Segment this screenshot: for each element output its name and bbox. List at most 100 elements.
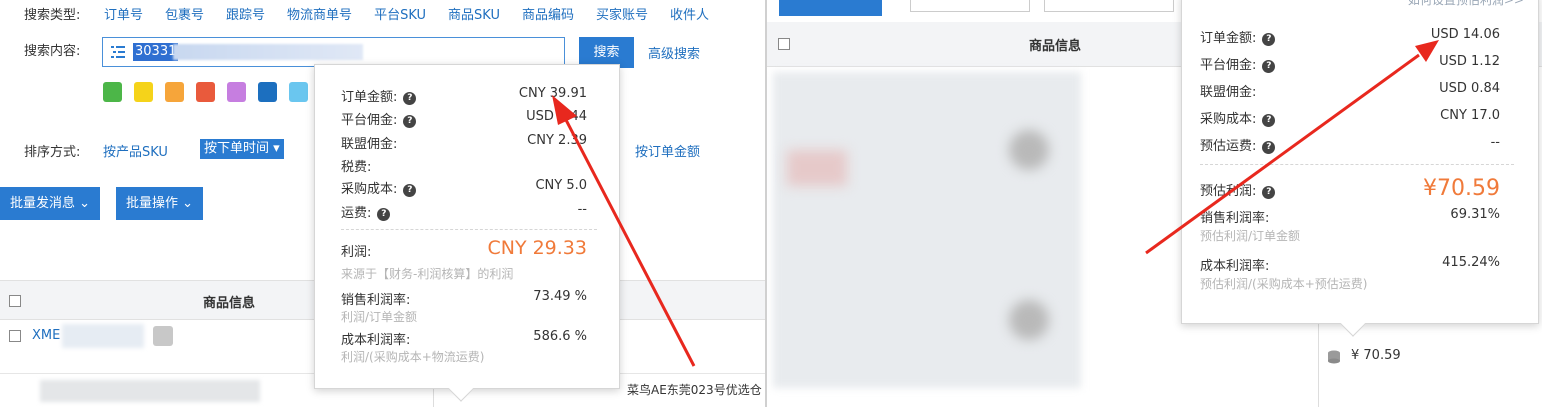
help-icon[interactable]: ? <box>403 115 417 128</box>
color-tag-swatch[interactable] <box>196 82 215 102</box>
row-sku-link[interactable]: XME <box>32 328 60 343</box>
advanced-search-link[interactable]: 高级搜索 <box>648 43 700 62</box>
est-profit-label: 预估利润:? <box>1200 180 1276 199</box>
help-icon[interactable]: ? <box>1262 141 1276 154</box>
color-tag-swatches <box>103 82 320 102</box>
search-type-product-code[interactable]: 商品编码 <box>522 4 574 23</box>
cost-margin-value: 586.6 % <box>533 329 587 344</box>
top-tab-fragment[interactable] <box>910 0 1030 12</box>
sales-margin-label: 销售利润率: <box>1200 211 1270 226</box>
purchase-cost-label: 采购成本:? <box>1200 108 1276 127</box>
shipping-value: -- <box>577 202 587 217</box>
color-tag-swatch[interactable] <box>165 82 184 102</box>
search-content-label: 搜索内容: <box>24 44 81 59</box>
chevron-down-icon: ⌄ <box>79 196 91 211</box>
redacted-search-text <box>173 44 363 60</box>
help-icon[interactable]: ? <box>1262 33 1276 46</box>
redacted-avatar-2 <box>1009 300 1049 340</box>
coins-icon <box>1327 349 1341 365</box>
tax-label: 税费: <box>341 160 372 175</box>
sales-margin-value: 69.31% <box>1450 207 1500 222</box>
purchase-cost-value: CNY 5.0 <box>535 178 587 193</box>
search-type-label: 搜索类型: <box>24 8 81 23</box>
sort-by-time-label: 按下单时间 <box>204 141 270 156</box>
search-type-order-no[interactable]: 订单号 <box>104 4 143 23</box>
order-amount-value: CNY 39.91 <box>518 86 587 101</box>
est-profit-value: ¥70.59 <box>1423 176 1500 201</box>
profit-popover: 订单金额:? CNY 39.91 平台佣金:? USD 0.44 联盟佣金: C… <box>314 64 620 389</box>
search-type-options: 订单号 包裹号 跟踪号 物流商单号 平台SKU 商品SKU 商品编码 买家账号 … <box>104 4 731 23</box>
search-type-package-no[interactable]: 包裹号 <box>165 4 204 23</box>
shipping-label-text: 运费: <box>341 206 372 221</box>
help-icon[interactable]: ? <box>1262 60 1276 73</box>
platform-fee-value: USD 1.12 <box>1439 54 1500 69</box>
sales-margin-note: 预估利润/订单金额 <box>1200 229 1301 243</box>
color-tag-swatch[interactable] <box>103 82 122 102</box>
warehouse-name: 菜鸟AE东莞023号优选仓 <box>627 383 762 397</box>
sort-by-sku[interactable]: 按产品SKU <box>103 141 168 160</box>
sort-label: 排序方式: <box>24 145 81 160</box>
help-icon[interactable]: ? <box>1262 114 1276 127</box>
platform-fee-label: 平台佣金:? <box>1200 54 1276 73</box>
help-icon[interactable]: ? <box>403 184 417 197</box>
search-value: 30331 <box>133 43 179 61</box>
platform-fee-label-text: 平台佣金: <box>1200 58 1257 73</box>
order-amount-label: 订单金额:? <box>1200 27 1276 46</box>
search-type-recipient[interactable]: 收件人 <box>670 4 709 23</box>
help-icon[interactable]: ? <box>1262 186 1276 199</box>
search-input[interactable]: 30331 <box>102 37 565 67</box>
header-product-info: 商品信息 <box>1029 39 1082 54</box>
order-amount-label: 订单金额:? <box>341 86 417 105</box>
cost-margin-note: 利润/(采购成本+物流运费) <box>341 350 485 364</box>
sales-margin-label: 销售利润率: <box>341 293 411 308</box>
cost-margin-note: 预估利润/(采购成本+预估运费) <box>1200 277 1368 291</box>
color-tag-swatch[interactable] <box>289 82 308 102</box>
search-type-platform-sku[interactable]: 平台SKU <box>374 4 426 23</box>
purchase-cost-label: 采购成本:? <box>341 178 417 197</box>
color-tag-swatch[interactable] <box>227 82 246 102</box>
top-tab-fragment-2[interactable] <box>1044 0 1174 12</box>
sort-by-time[interactable]: 按下单时间 ▾ <box>200 139 284 159</box>
profit-popover: 如何设置预估利润>> 订单金额:? USD 14.06 平台佣金:? USD 1… <box>1181 0 1539 324</box>
est-profit-label-text: 预估利润: <box>1200 184 1257 199</box>
redacted-row-content <box>40 380 260 402</box>
header-product-info: 商品信息 <box>203 296 256 311</box>
cost-margin-label: 成本利润率: <box>341 333 411 348</box>
search-type-carrier-no[interactable]: 物流商单号 <box>287 4 352 23</box>
divider <box>341 229 597 230</box>
redacted-product-list <box>773 72 1081 388</box>
right-screenshot-panel: 商品信息 ¥ 70.59 如何设置预估利润>> 订单金额:? USD 14.06… <box>767 0 1542 407</box>
order-amount-label-text: 订单金额: <box>1200 31 1257 46</box>
divider <box>1200 164 1514 165</box>
est-shipping-label-text: 预估运费: <box>1200 139 1257 154</box>
help-icon[interactable]: ? <box>403 92 417 105</box>
select-all-checkbox[interactable] <box>778 38 790 50</box>
cost-margin-value: 415.24% <box>1442 255 1500 270</box>
affiliate-fee-value: USD 0.84 <box>1439 81 1500 96</box>
profit-value: CNY 29.33 <box>487 237 587 259</box>
top-button-fragment[interactable] <box>779 0 882 16</box>
search-type-product-sku[interactable]: 商品SKU <box>448 4 500 23</box>
sales-margin-note: 利润/订单金额 <box>341 310 418 324</box>
color-tag-swatch[interactable] <box>258 82 277 102</box>
profit-settings-link[interactable]: 如何设置预估利润>> <box>1408 0 1524 8</box>
order-profit-summary[interactable]: ¥ 70.59 <box>1351 348 1401 363</box>
sales-margin-value: 73.49 % <box>533 289 587 304</box>
search-type-buyer-account[interactable]: 买家账号 <box>596 4 648 23</box>
affiliate-fee-label: 联盟佣金: <box>341 137 398 152</box>
platform-fee-label-text: 平台佣金: <box>341 113 398 128</box>
help-icon[interactable]: ? <box>377 208 391 221</box>
redacted-avatar <box>1009 130 1049 170</box>
est-shipping-value: -- <box>1490 135 1500 150</box>
sort-by-amount[interactable]: 按订单金额 <box>635 141 700 160</box>
color-tag-swatch[interactable] <box>134 82 153 102</box>
cost-margin-label: 成本利润率: <box>1200 259 1270 274</box>
left-screenshot-panel: 搜索类型: 订单号 包裹号 跟踪号 物流商单号 平台SKU 商品SKU 商品编码… <box>0 0 765 407</box>
profit-label: 利润: <box>341 245 372 260</box>
bulk-action-button[interactable]: 批量操作 ⌄ <box>116 187 204 220</box>
affiliate-fee-label: 联盟佣金: <box>1200 85 1257 100</box>
row-checkbox[interactable] <box>9 330 21 342</box>
search-type-tracking-no[interactable]: 跟踪号 <box>226 4 265 23</box>
bulk-message-button[interactable]: 批量发消息 ⌄ <box>0 187 101 220</box>
select-all-checkbox[interactable] <box>9 295 21 307</box>
